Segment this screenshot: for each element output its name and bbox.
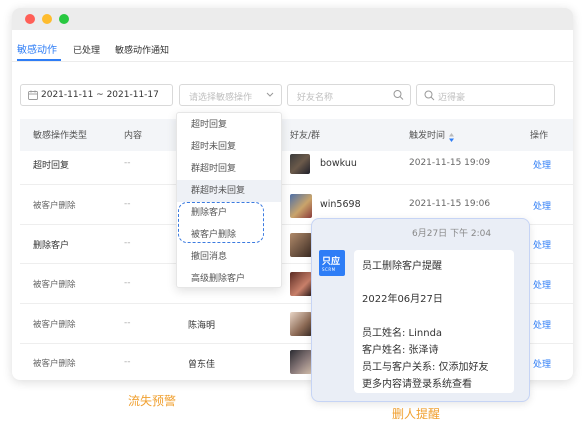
sort-icon[interactable] — [448, 128, 455, 147]
sensitive-action-dropdown: 超时回复 超时未回复 群超时回复 群超时未回复 删除客户 被客户删除 撤回消息 … — [176, 112, 282, 288]
maximize-window-button[interactable] — [59, 14, 69, 24]
row-6-process-link[interactable]: 处理 — [533, 357, 551, 370]
friend-avatar — [290, 194, 312, 218]
title-bar — [12, 8, 573, 30]
calendar-icon — [28, 90, 38, 103]
dropdown-option[interactable]: 超时回复 — [177, 114, 281, 136]
row-3-type: 删除客户 — [33, 241, 70, 251]
row-4-process-link[interactable]: 处理 — [533, 278, 551, 291]
row-5-type: 被客户删除 — [33, 320, 76, 330]
message-title: 员工删除客户提醒 — [362, 261, 442, 272]
row-6-content: -- — [124, 357, 131, 367]
close-window-button[interactable] — [25, 14, 35, 24]
row-1-time: 2021-11-15 19:09 — [409, 158, 491, 168]
row-1-content: -- — [124, 158, 131, 168]
tab-sensitive-actions[interactable]: 敏感动作 — [17, 41, 57, 56]
message-relation: 员工与客户关系: 仅添加好友 — [362, 362, 489, 373]
row-1-type: 超时回复 — [33, 161, 70, 171]
row-2-type: 被客户删除 — [33, 201, 76, 211]
app-logo-sub: SCRM — [322, 267, 336, 272]
active-tab-indicator — [17, 59, 61, 61]
row-divider — [20, 184, 573, 185]
dropdown-option[interactable]: 高级删除客户 — [177, 268, 281, 290]
row-6-employee-name: 曾东佳 — [188, 360, 216, 370]
friend-avatar — [290, 233, 312, 257]
date-range-picker[interactable]: 2021-11-11 ~ 2021-11-17 — [20, 84, 173, 106]
row-2-content: -- — [124, 199, 131, 209]
caption-delete-reminder: 删人提醒 — [392, 407, 441, 421]
friend-avatar — [290, 312, 312, 336]
column-header-content: 内容 — [124, 131, 143, 141]
row-1-process-link[interactable]: 处理 — [533, 158, 551, 171]
column-header-type: 敏感操作类型 — [33, 131, 88, 141]
row-2-friend: win5698 — [320, 199, 361, 210]
dropdown-option-highlighted[interactable]: 群超时未回复 — [177, 180, 281, 202]
row-1-friend: bowkuu — [320, 158, 357, 169]
row-3-content: -- — [124, 238, 131, 248]
tab-sensitive-notifications[interactable]: 敏感动作通知 — [115, 43, 169, 56]
row-2-time: 2021-11-15 19:06 — [409, 199, 491, 209]
row-5-process-link[interactable]: 处理 — [533, 318, 551, 331]
message-more: 更多内容请登录系统查看 — [362, 379, 472, 390]
minimize-window-button[interactable] — [42, 14, 52, 24]
message-employee: 员工姓名: Linnda — [362, 328, 443, 339]
search-icon — [424, 90, 435, 104]
friend-avatar — [290, 154, 310, 174]
row-4-type: 被客户删除 — [33, 280, 76, 290]
row-6-type: 被客户删除 — [33, 359, 76, 369]
friend-name-input[interactable]: 好友名称 — [287, 84, 411, 106]
sensitive-action-placeholder: 请选择敏感操作 — [189, 93, 253, 103]
row-5-content: -- — [124, 318, 131, 328]
friend-avatar — [290, 350, 312, 374]
sensitive-action-select[interactable]: 请选择敏感操作 — [179, 84, 282, 106]
tab-bar: 敏感动作 已处理 敏感动作通知 — [12, 30, 573, 62]
column-header-time[interactable]: 触发时间 — [409, 128, 445, 141]
chat-timestamp: 6月27日 下午 2:04 — [412, 229, 492, 239]
row-3-process-link[interactable]: 处理 — [533, 238, 551, 251]
dropdown-option[interactable]: 超时未回复 — [177, 136, 281, 158]
friend-avatar — [290, 272, 312, 296]
row-2-process-link[interactable]: 处理 — [533, 199, 551, 212]
search-icon — [393, 89, 404, 104]
app-logo-name: 只应 — [322, 257, 341, 267]
row-5-employee-name: 陈海明 — [188, 321, 216, 331]
message-customer: 客户姓名: 张泽诗 — [362, 345, 439, 356]
dropdown-option[interactable]: 群超时回复 — [177, 158, 281, 180]
employee-search-input[interactable]: 迈得豪 — [416, 84, 555, 106]
column-header-action: 操作 — [530, 131, 549, 141]
tab-processed[interactable]: 已处理 — [73, 43, 100, 56]
chevron-down-icon — [265, 89, 275, 104]
dropdown-option[interactable]: 撤回消息 — [177, 246, 281, 268]
caption-churn-warning: 流失预警 — [128, 394, 177, 408]
date-range-value: 2021-11-11 ~ 2021-11-17 — [41, 90, 159, 100]
employee-search-placeholder: 迈得豪 — [438, 93, 466, 103]
message-date: 2022年06月27日 — [362, 294, 443, 305]
row-4-content: -- — [124, 278, 131, 288]
app-logo-avatar: 只应 SCRM — [319, 250, 345, 276]
highlight-dashed-outline — [178, 202, 264, 243]
column-header-friend: 好友/群 — [290, 131, 321, 141]
friend-name-placeholder: 好友名称 — [297, 93, 334, 103]
